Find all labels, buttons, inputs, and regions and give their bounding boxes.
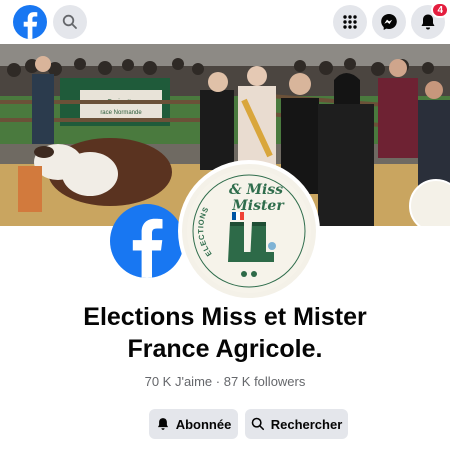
notification-count-badge: 4 <box>431 2 449 18</box>
followers-count[interactable]: 87 K followers <box>224 374 306 389</box>
page-stats: 70 K J'aime · 87 K followers <box>0 374 450 389</box>
facebook-f-icon <box>110 204 184 278</box>
search-label: Rechercher <box>270 416 343 432</box>
page-title-line-2: France Agricole. <box>127 335 323 363</box>
subscribed-button[interactable]: Abonnée <box>149 409 238 439</box>
bell-icon <box>157 418 168 430</box>
facebook-logo-icon[interactable] <box>13 5 47 39</box>
notifications-button[interactable]: 4 <box>411 2 449 39</box>
stats-separator: · <box>215 374 221 389</box>
subscribed-label: Abonnée <box>175 416 232 432</box>
logo-mister-text: Mister <box>231 198 285 214</box>
likes-count[interactable]: 70 K J'aime <box>145 374 213 389</box>
top-navigation-bar: 4 <box>0 0 450 44</box>
logo-miss-text: & Miss <box>229 182 283 198</box>
menu-button[interactable] <box>333 5 367 39</box>
page-logo: & Miss Mister ELECTIONS MISS AGRICOLE <box>182 164 316 298</box>
grid-menu-icon <box>343 15 357 29</box>
page-title: Elections Miss et Mister France Agricole… <box>0 301 450 365</box>
messenger-icon <box>381 14 397 30</box>
messenger-button[interactable] <box>372 5 406 39</box>
svg-text:race Normande: race Normande <box>100 110 142 116</box>
search-icon <box>251 417 264 431</box>
page-title-line-1: Elections Miss et Mister <box>83 303 367 331</box>
search-page-button[interactable]: Rechercher <box>245 409 348 439</box>
search-icon <box>62 14 77 29</box>
search-button[interactable] <box>53 5 87 39</box>
profile-picture[interactable]: & Miss Mister ELECTIONS MISS AGRICOLE <box>178 160 320 302</box>
